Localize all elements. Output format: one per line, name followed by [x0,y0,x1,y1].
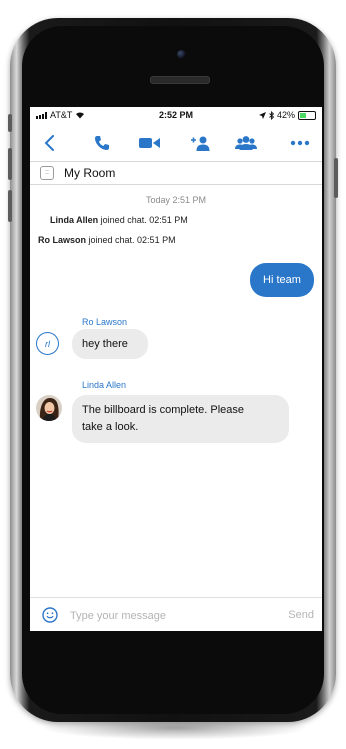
app-screen: AT&T 2:52 PM 42%:: My Room Today 2:51 P… [30,107,322,631]
status-bar: AT&T 2:52 PM 42% [30,107,322,123]
system-message: Ro Lawson joined chat. 02:51 PM [38,235,176,245]
stage: AT&T 2:52 PM 42%:: My Room Today 2:51 P… [0,0,346,749]
avatar-initials: rl [45,338,50,349]
message-text: hey there [82,338,128,350]
system-message-name: Ro Lawson [38,235,87,245]
send-button[interactable]: Send [288,609,314,621]
add-participant-button[interactable] [186,131,214,155]
incoming-message-bubble[interactable]: The billboard is complete. Please take a… [72,395,289,443]
status-right: 42% [258,110,316,120]
message-text: take a look. [82,421,139,433]
incoming-message-bubble[interactable]: hey there [72,329,148,359]
more-icon [290,140,310,146]
room-title: My Room [64,166,116,180]
participants-button[interactable] [232,131,260,155]
outgoing-message-bubble[interactable]: Hi team [250,263,314,297]
room-icon: :: [40,166,54,180]
volume-down-button [8,190,12,222]
volume-up-button [8,148,12,180]
date-header: Today 2:51 PM [145,195,207,205]
phone-icon [95,136,109,150]
system-message-text: joined chat. 02:51 PM [98,215,188,225]
system-message: Linda Allen joined chat. 02:51 PM [50,215,188,225]
system-message-text: joined chat. 02:51 PM [86,235,176,245]
message-input[interactable] [70,608,250,624]
message-text: The billboard is complete. Please [82,404,245,416]
add-person-icon [191,136,210,151]
chat-toolbar [30,127,322,159]
call-button[interactable] [88,131,116,155]
system-message-name: Linda Allen [50,215,99,225]
participants-icon [235,136,257,150]
back-button[interactable] [36,131,64,155]
user-photo-icon [36,395,62,421]
more-button[interactable] [286,131,314,155]
video-icon [139,138,160,148]
sender-name: Ro Lawson [82,317,128,327]
avatar[interactable] [36,395,62,421]
mute-switch [8,114,12,132]
battery-icon [298,110,316,120]
bluetooth-icon [269,110,274,120]
front-camera [177,50,186,59]
avatar[interactable]: rl [36,332,59,355]
power-button [334,158,338,198]
battery-percent: 42% [276,110,295,120]
room-header: :: My Room [30,161,322,185]
sender-name: Linda Allen [82,380,127,390]
video-call-button[interactable] [136,131,164,155]
message-composer: Send [30,597,322,631]
earpiece-speaker [150,76,210,84]
location-icon [258,111,266,119]
back-icon [44,135,54,151]
battery-fill [300,112,306,118]
emoji-icon[interactable] [42,607,58,623]
